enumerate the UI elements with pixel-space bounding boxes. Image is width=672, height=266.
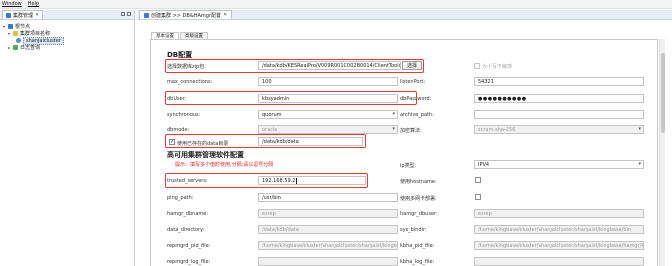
repmgrd-log-file-field <box>258 257 398 266</box>
listen-port-label: listenPort: <box>400 79 426 85</box>
tree-node-label: 日志查询 <box>20 45 41 51</box>
tree-node-project[interactable]: ▾ 集群项目名称 <box>0 30 134 37</box>
kbha-pid-file-label: kbha_pid_file: <box>400 243 435 249</box>
menu-help[interactable]: Help <box>28 1 39 7</box>
tab-advanced-settings[interactable]: 高级设置 <box>180 32 208 39</box>
tree-node-log-query[interactable]: ▸ 日志查询 <box>0 44 134 51</box>
maximize-icon[interactable] <box>127 12 131 16</box>
repmgrd-pid-file-label: repmgrd_pid_file: <box>167 243 211 249</box>
use-multi-nic-checkbox[interactable] <box>475 194 481 200</box>
vertical-scrollbar[interactable] <box>659 39 665 266</box>
create-cluster-tab[interactable]: 创建集群 >> DB&HAmgr配置 ✕ <box>139 10 233 19</box>
cluster-tree: ▾ 根节点 ▾ 集群项目名称 shanjaicluster ▸ 日志查询 <box>0 20 134 51</box>
listen-port-field[interactable]: 54321 <box>474 77 644 86</box>
synchronous-label: synchronous: <box>167 112 201 118</box>
dbmode-label: dbmode: <box>167 127 190 133</box>
expand-arrow-icon[interactable]: ▾ <box>2 24 6 29</box>
case-insensitive-label: 大小写不敏感 <box>482 64 513 70</box>
ping-path-label: ping_path: <box>167 195 194 201</box>
repmgrd-pid-file-field: /home/kingbase/cluster/shanjaicluster/sh… <box>258 241 398 250</box>
hamgr-dbname-label: hamgr_dbname: <box>167 211 209 217</box>
close-icon[interactable]: ✕ <box>223 12 227 18</box>
text-cursor <box>296 177 297 184</box>
max-connections-label: max_connections: <box>167 79 213 85</box>
hamgr-dbuser-label: hamgr_dbuser: <box>400 211 438 217</box>
multi-value-hint: 提示：填写多个值时使用,分隔;请以逗号分隔 <box>175 162 274 168</box>
scrollbar-thumb[interactable] <box>661 53 665 133</box>
cluster-icon <box>16 38 21 43</box>
hamgr-dbuser-field: esrep <box>474 209 644 218</box>
case-insensitive-checkbox <box>474 63 480 69</box>
db-password-label: dbPassword: <box>400 96 432 102</box>
use-existing-data-label: 使用已存在的data目录 <box>177 141 229 147</box>
use-hostname-label: 使用hostname: <box>400 179 437 185</box>
trusted-servers-value: 192.168.59.2 <box>262 177 296 184</box>
db-password-field[interactable]: ●●●●●●●●●● <box>474 94 644 103</box>
menu-window[interactable]: Window <box>2 1 22 7</box>
root-icon <box>8 24 13 29</box>
expand-arrow-icon[interactable]: ▸ <box>7 45 11 50</box>
ping-path-field[interactable]: /usr/bin <box>258 193 398 202</box>
data-directory-label: data_directory: <box>167 227 205 233</box>
repmgrd-log-file-label: repmgrd_log_file: <box>167 259 211 265</box>
tab-basic-settings[interactable]: 基本设置 <box>151 32 179 39</box>
tree-node-root[interactable]: ▾ 根节点 <box>0 23 134 30</box>
cluster-management-tab[interactable]: 集群管理 ✕ <box>2 10 44 19</box>
trusted-servers-field[interactable]: 192.168.59.2 <box>258 176 366 185</box>
sys-bindir-label: sys_bindir: <box>400 227 427 233</box>
panel-window-controls <box>121 12 131 16</box>
choose-zip-button[interactable]: 选择 <box>402 61 422 70</box>
settings-tabs: 基本设置 高级设置 <box>151 32 208 39</box>
menu-bar: Window Help <box>0 0 672 9</box>
close-icon[interactable]: ✕ <box>35 12 39 18</box>
log-icon <box>13 45 18 50</box>
kbha-pid-file-field: /home/kingbase/cluster/shanjaicluster/sh… <box>474 241 644 250</box>
editor-tab-bar: 创建集群 >> DB&HAmgr配置 ✕ <box>137 10 672 20</box>
minimize-icon[interactable] <box>121 12 125 16</box>
dbmode-select: oracle <box>258 125 398 134</box>
trusted-servers-label: trusted_servers: <box>167 178 208 184</box>
kbha-log-file-field <box>474 257 644 266</box>
config-icon <box>144 12 149 18</box>
tree-node-cluster[interactable]: shanjaicluster <box>0 36 134 45</box>
ip-type-select[interactable]: IPV4 <box>474 160 644 169</box>
use-multi-nic-label: 使用多网卡部署: <box>400 196 437 202</box>
expand-arrow-icon[interactable]: ▾ <box>7 31 11 36</box>
archive-path-label: archive_path: <box>400 112 434 118</box>
db-user-label: dbUser: <box>167 96 187 102</box>
install-pkg-label: 选择数据库zip包: <box>167 64 206 70</box>
ip-type-label: ip类型: <box>400 163 417 169</box>
create-cluster-tab-label: 创建集群 >> DB&HAmgr配置 <box>151 12 222 19</box>
db-section-title: DB配置 <box>167 51 193 59</box>
folder-icon <box>13 31 18 36</box>
sys-bindir-field: /home/kingbase/cluster/shanjaicluster/sh… <box>474 225 644 234</box>
install-pkg-path-field[interactable]: /data/kdb/KESRealPro/V009R001C002B0014/C… <box>258 61 401 70</box>
data-directory-field: /data/kdb/data <box>258 225 398 234</box>
ha-section-title: 高可用集群管理软件配置 <box>167 151 244 159</box>
use-hostname-checkbox[interactable] <box>475 177 481 183</box>
panel-tab-bar: 集群管理 ✕ <box>0 10 134 20</box>
synchronous-select[interactable]: quorum <box>258 110 398 119</box>
existing-data-dir-field[interactable]: /data/kdb/data <box>258 137 363 146</box>
encryption-label: 加密算法: <box>400 128 422 134</box>
cluster-management-panel: 集群管理 ✕ ▾ 根节点 ▾ 集群项目名称 shanjaicluster ▸ 日… <box>0 10 135 266</box>
archive-path-field[interactable] <box>474 110 644 119</box>
db-user-field[interactable]: kbsyadmin <box>258 94 398 103</box>
use-existing-data-checkbox[interactable]: ✓ <box>169 139 175 145</box>
hamgr-dbname-field: esrep <box>258 209 398 218</box>
kbha-log-file-label: kbha_log_file: <box>400 259 435 265</box>
cluster-manage-icon <box>6 12 11 18</box>
cluster-management-tab-label: 集群管理 <box>13 12 34 19</box>
max-connections-field[interactable]: 100 <box>258 77 398 86</box>
encryption-select: scram-sha-256 <box>474 125 644 134</box>
tree-node-label: 根节点 <box>15 24 31 30</box>
